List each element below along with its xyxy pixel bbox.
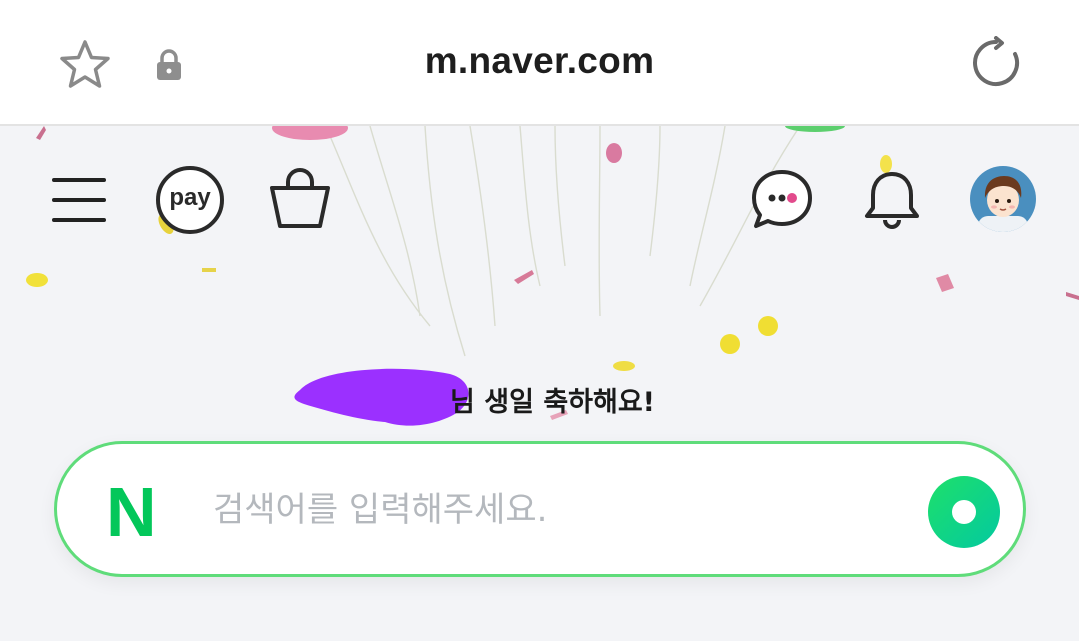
shopping-bag-icon[interactable] <box>266 164 334 232</box>
reload-icon[interactable] <box>968 36 1024 92</box>
naver-n-letter: N <box>106 484 157 540</box>
browser-address-bar: m.naver.com <box>0 0 1079 126</box>
pay-icon[interactable]: pay <box>154 164 226 236</box>
avatar[interactable] <box>968 164 1038 234</box>
redaction-mark <box>294 368 469 426</box>
search-input[interactable] <box>213 480 893 540</box>
menu-icon[interactable] <box>50 176 108 224</box>
greeting-text: 님 생일 축하해요! <box>450 387 655 418</box>
search-button[interactable] <box>926 474 1002 550</box>
url-text[interactable]: m.naver.com <box>0 40 1079 82</box>
search-box[interactable]: N <box>54 441 1026 577</box>
chat-bubble-icon[interactable] <box>750 168 814 232</box>
bell-icon[interactable] <box>862 170 922 232</box>
pay-label: pay <box>169 184 211 211</box>
naver-n-logo: N <box>106 484 157 540</box>
birthday-greeting: 님 생일 축하해요! <box>290 368 710 426</box>
